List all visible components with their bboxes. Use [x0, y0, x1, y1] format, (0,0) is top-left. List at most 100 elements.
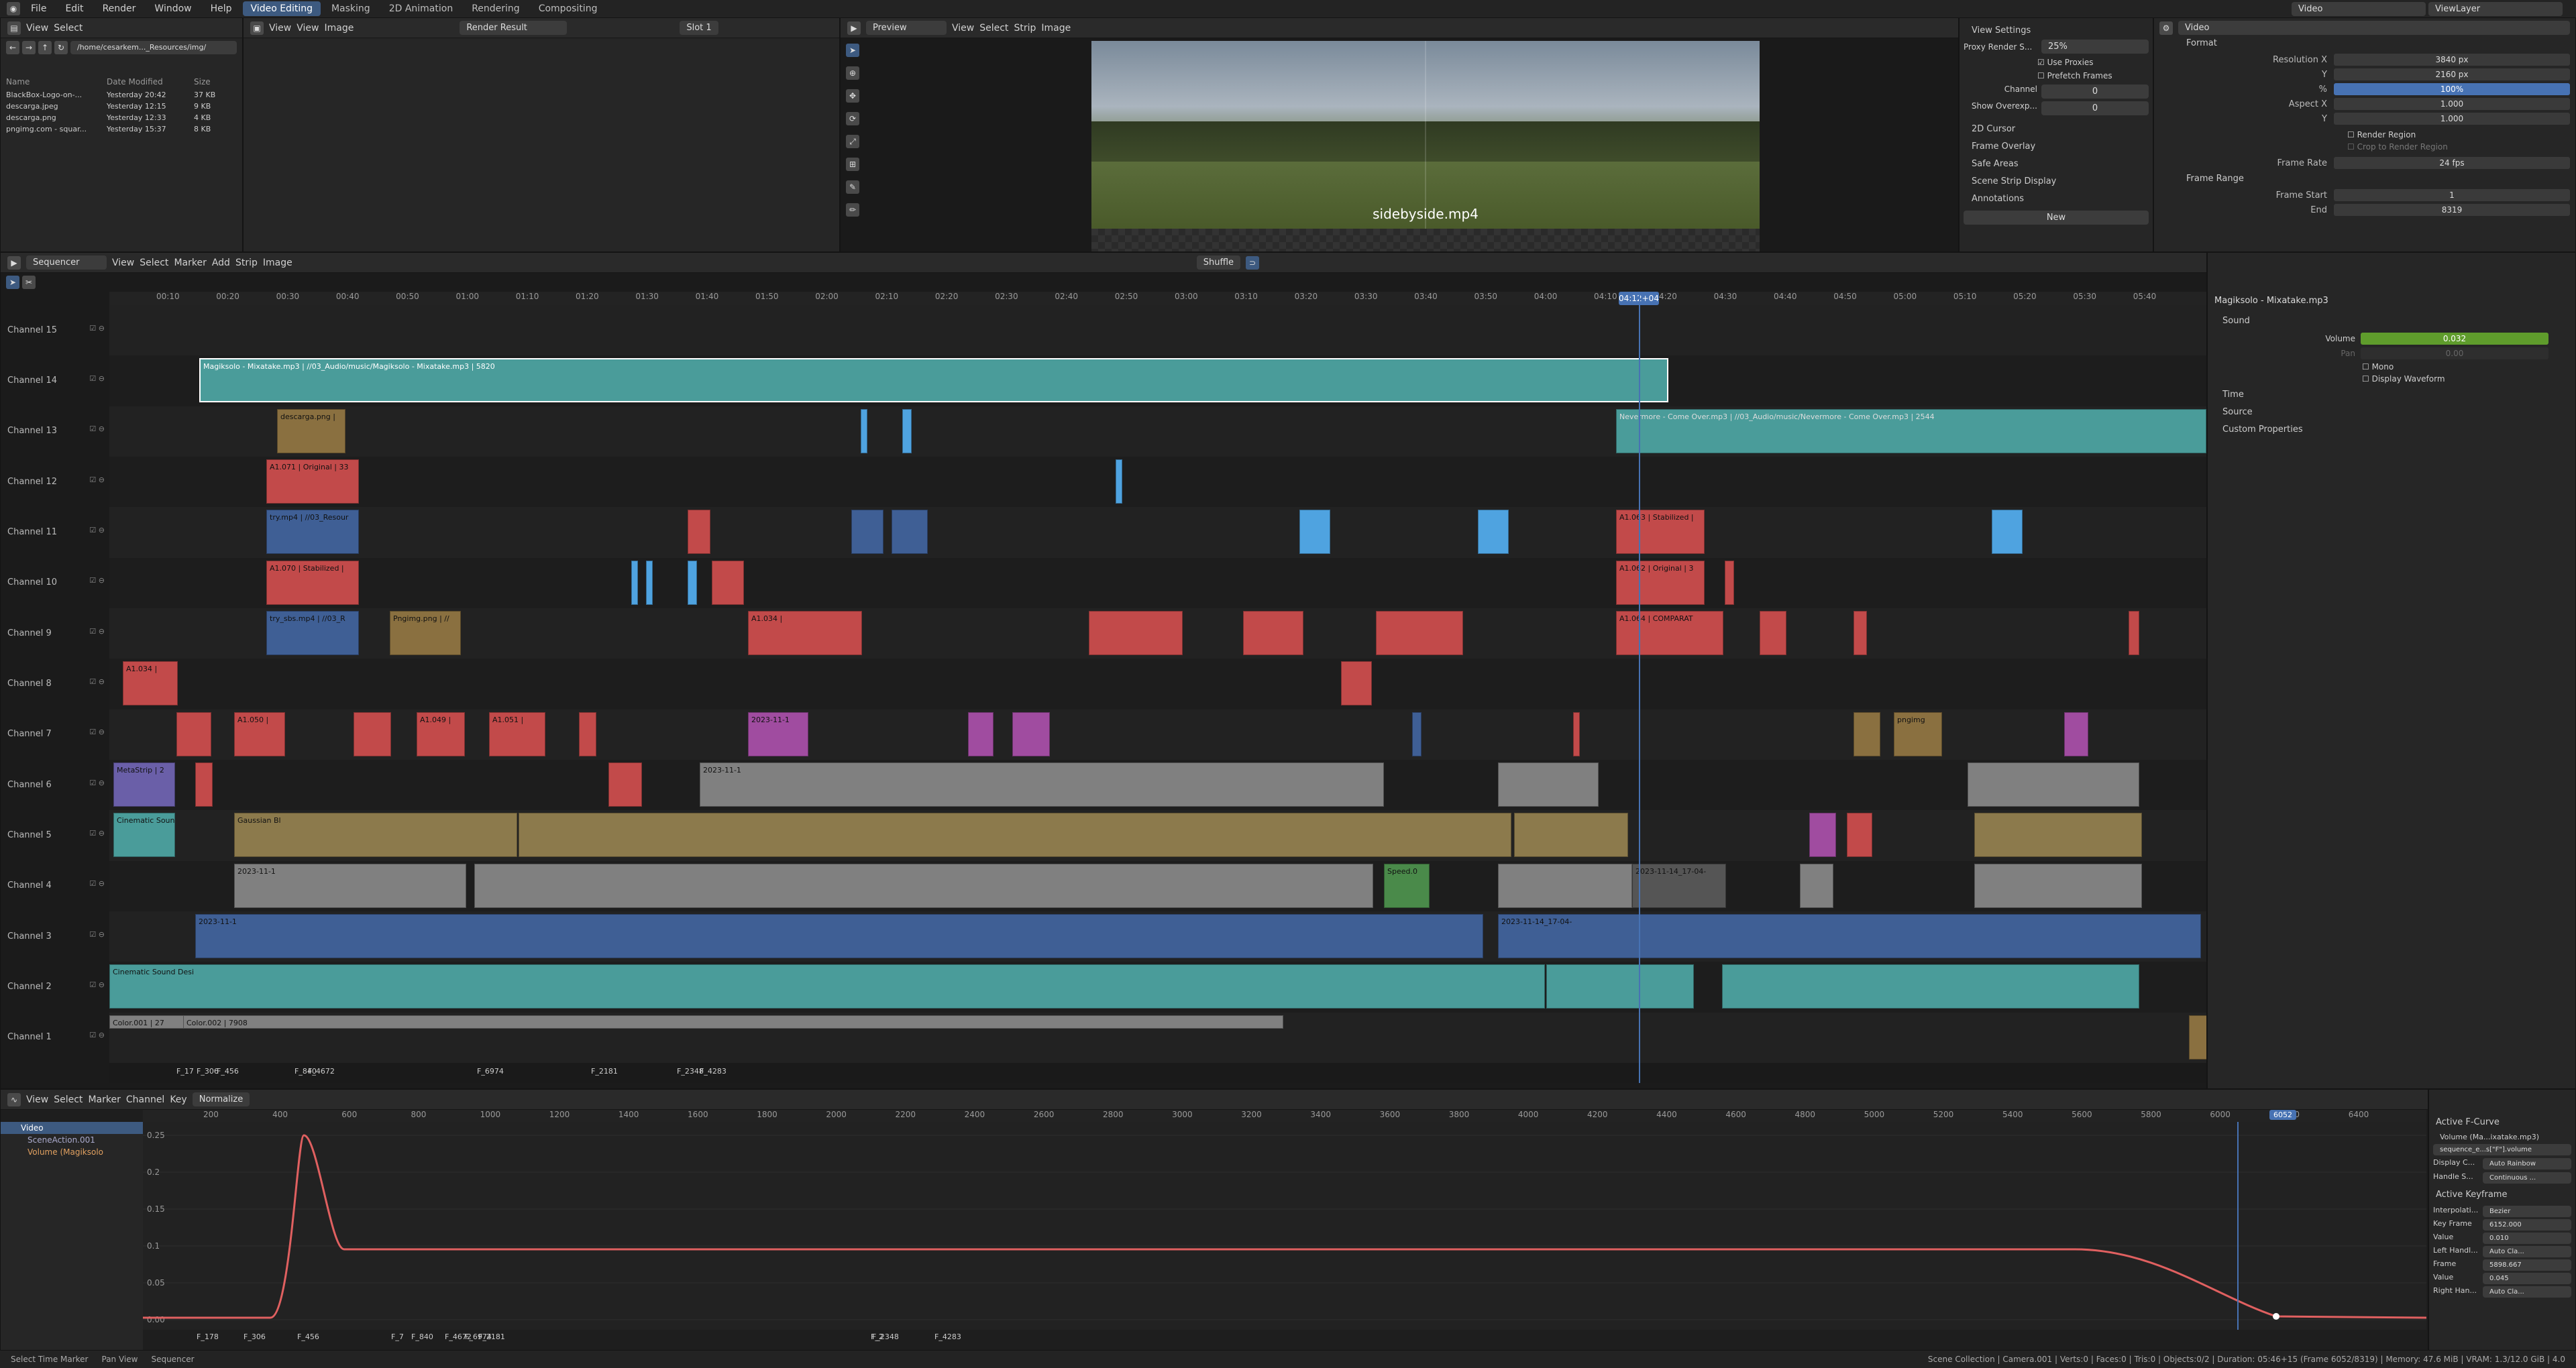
channel-header[interactable]: Channel 4 ☑ ⊖ [7, 879, 105, 893]
sequencer-strip[interactable]: Speed.0 [1384, 863, 1430, 908]
timeline-marker[interactable]: F_456 [217, 1067, 239, 1076]
graph-marker[interactable]: F_7 [391, 1332, 404, 1341]
graph-marker[interactable]: F_840 [411, 1332, 433, 1341]
timeline-marker[interactable]: F_306 [197, 1067, 219, 1076]
channel-header[interactable]: Channel 12 ☑ ⊖ [7, 475, 105, 489]
channel-header[interactable]: Channel 11 ☑ ⊖ [7, 526, 105, 539]
sequencer-strip[interactable]: Pngimg.png | // [390, 611, 461, 655]
sequencer-strip[interactable] [2064, 711, 2088, 756]
channel-video[interactable]: Video [1, 1122, 143, 1134]
sequencer-strip[interactable]: 2023-11-1 [700, 762, 1384, 807]
seq-menu-add[interactable]: Add [212, 258, 230, 268]
preview-mode-selector[interactable]: Preview [866, 21, 947, 35]
volume-field[interactable]: 0.032 [2361, 333, 2548, 345]
sequencer-strip[interactable] [688, 560, 697, 605]
properties-type-icon[interactable]: ⚙ [2159, 21, 2173, 35]
sequencer-strip[interactable] [1725, 560, 1734, 605]
path-field[interactable]: /home/cesarkem..._Resources/img/ [70, 41, 237, 54]
sequencer-strip[interactable] [579, 711, 596, 756]
mono-checkbox[interactable]: ☐ Mono [2214, 362, 2569, 372]
image-menu-view-1[interactable]: View [269, 23, 291, 34]
sequencer-strip[interactable]: 2023-11-1 [748, 711, 808, 756]
channel-mute-icon[interactable]: ☑ ⊖ [89, 829, 105, 842]
sequencer-strip[interactable] [1992, 510, 2023, 555]
seq-select-tool-icon[interactable]: ➤ [6, 276, 19, 289]
channel-mute-icon[interactable]: ☑ ⊖ [89, 1031, 105, 1044]
sequencer-strip[interactable]: A1.049 | [417, 711, 465, 756]
sequencer-strip[interactable] [1498, 762, 1599, 807]
active-keyframe-section[interactable]: Active Keyframe [2433, 1186, 2571, 1204]
channel-mute-icon[interactable]: ☑ ⊖ [89, 424, 105, 438]
fcurve-canvas[interactable]: 0.25 0.2 0.15 0.1 0.05 0.00 [143, 1122, 2426, 1330]
sequencer-strip[interactable]: A1.063 | Stabilized | [1616, 510, 1705, 555]
sequencer-mode[interactable]: Sequencer [26, 255, 107, 270]
sequencer-strip[interactable] [519, 813, 1511, 858]
sequencer-strip[interactable]: Magiksolo - Mixatake.mp3 | //03_Audio/mu… [199, 358, 1668, 403]
sequencer-strip[interactable]: pngimg [1894, 711, 1942, 756]
graph-current-frame[interactable]: 6052 [2269, 1110, 2296, 1120]
sequencer-strip[interactable]: A1.051 | [489, 711, 545, 756]
sequencer-strip[interactable] [892, 510, 928, 555]
back-arrow-icon[interactable]: ← [6, 41, 19, 54]
overexp-field[interactable]: 0 [2041, 101, 2149, 115]
seq-menu-strip[interactable]: Strip [235, 258, 258, 268]
menu-help[interactable]: Help [203, 2, 240, 15]
channel-mute-icon[interactable]: ☑ ⊖ [89, 475, 105, 489]
channel-header[interactable]: Channel 6 ☑ ⊖ [7, 779, 105, 792]
crop-region-checkbox[interactable]: ☐ Crop to Render Region [2159, 142, 2570, 152]
sequencer-strip[interactable]: A1.070 | Stabilized | [266, 560, 359, 605]
col-date[interactable]: Date Modified [107, 77, 194, 87]
workspace-tab-rendering[interactable]: Rendering [464, 1, 528, 16]
sequencer-strip[interactable] [1847, 813, 1872, 858]
slot-selector[interactable]: Slot 1 [680, 21, 718, 35]
transform-tool-icon[interactable]: ⊞ [846, 158, 859, 171]
normalize-toggle[interactable]: Normalize [192, 1092, 250, 1106]
sample-tool-icon[interactable]: ✎ [846, 180, 859, 194]
menu-file[interactable]: File [23, 2, 54, 15]
sequencer-strip[interactable]: A1.062 | Original | 3 [1616, 560, 1705, 605]
sequencer-strip[interactable] [688, 510, 710, 555]
file-menu-select[interactable]: Select [54, 23, 83, 34]
sequencer-strip[interactable] [1800, 863, 1833, 908]
sequencer-strip[interactable] [861, 408, 867, 453]
frame-rate-select[interactable]: 24 fps [2334, 157, 2570, 169]
time-section[interactable]: Time [2214, 386, 2569, 404]
timeline-marker[interactable]: F_6974 [477, 1067, 504, 1076]
menu-window[interactable]: Window [146, 2, 199, 15]
channel-mute-icon[interactable]: ☑ ⊖ [89, 526, 105, 539]
graph-menu-channel[interactable]: Channel [126, 1094, 164, 1105]
refresh-icon[interactable]: ↻ [54, 41, 68, 54]
format-row-field[interactable]: 1.000 [2334, 98, 2570, 110]
file-row[interactable]: descarga.png Yesterday 12:33 4 KB [1, 112, 242, 123]
view-settings-title[interactable]: View Settings [1964, 22, 2149, 40]
seq-blade-tool-icon[interactable]: ✂ [22, 276, 36, 289]
graph-marker[interactable]: F_2348 [872, 1332, 899, 1341]
sequencer-strip[interactable] [968, 711, 994, 756]
channel-header[interactable]: Channel 10 ☑ ⊖ [7, 576, 105, 589]
sequencer-strip[interactable]: 2023-11-14_17-04- [1498, 914, 2201, 958]
section-2d-cursor[interactable]: 2D Cursor [1964, 121, 2149, 138]
graph-editor-icon[interactable]: ∿ [7, 1092, 21, 1106]
graph-marker[interactable]: F_456 [297, 1332, 319, 1341]
sequencer-strip[interactable] [2189, 1015, 2206, 1060]
fcurve-data-path[interactable]: sequence_e...s["F"].volume [2433, 1144, 2571, 1155]
channel-header[interactable]: Channel 1 ☑ ⊖ [7, 1031, 105, 1044]
format-row-field[interactable]: 100% [2334, 83, 2570, 95]
sequencer-strip[interactable]: Color.002 | 7908 [183, 1015, 1283, 1029]
file-menu-view[interactable]: View [26, 23, 48, 34]
sequencer-strip[interactable] [1478, 510, 1509, 555]
sequencer-strip[interactable] [1376, 611, 1463, 655]
sequencer-strip[interactable]: A1.071 | Original | 33 [266, 459, 359, 504]
graph-marker[interactable]: F_178 [197, 1332, 219, 1341]
sequencer-strip[interactable] [354, 711, 391, 756]
sequencer-strip[interactable] [1974, 813, 2142, 858]
channel-mute-icon[interactable]: ☑ ⊖ [89, 627, 105, 640]
scale-tool-icon[interactable]: ⤢ [846, 135, 859, 148]
source-section[interactable]: Source [2214, 404, 2569, 421]
channel-header[interactable]: Channel 9 ☑ ⊖ [7, 627, 105, 640]
channel-mute-icon[interactable]: ☑ ⊖ [89, 930, 105, 944]
channel-header[interactable]: Channel 5 ☑ ⊖ [7, 829, 105, 842]
seq-menu-marker[interactable]: Marker [174, 258, 206, 268]
sequencer-strip[interactable] [1974, 863, 2142, 908]
preview-menu-strip[interactable]: Strip [1014, 23, 1036, 34]
